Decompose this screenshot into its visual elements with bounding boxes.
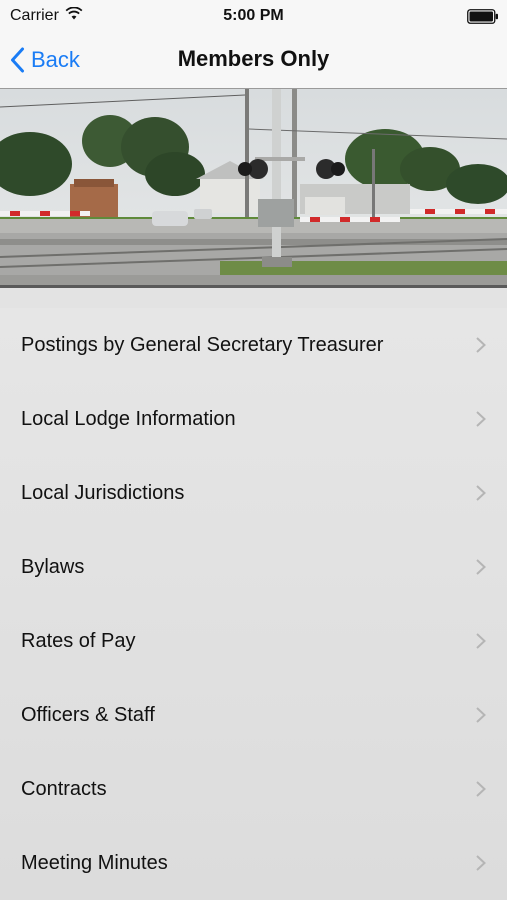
menu-item-bylaws[interactable]: Bylaws: [0, 530, 507, 604]
railroad-crossing-photo: [0, 89, 507, 285]
hero-image: [0, 88, 507, 288]
menu-item-officers-staff[interactable]: Officers & Staff: [0, 678, 507, 752]
chevron-right-icon: [476, 337, 486, 353]
chevron-right-icon: [476, 855, 486, 871]
chevron-right-icon: [476, 411, 486, 427]
navigation-bar: Back Members Only: [0, 34, 507, 88]
menu-list: Postings by General Secretary Treasurer …: [0, 308, 507, 900]
menu-item-label: Rates of Pay: [21, 629, 136, 652]
status-bar: Carrier 5:00 PM: [0, 0, 507, 34]
menu-item-meeting-minutes[interactable]: Meeting Minutes: [0, 826, 507, 900]
menu-item-local-lodge-information[interactable]: Local Lodge Information: [0, 382, 507, 456]
menu-item-label: Contracts: [21, 777, 107, 800]
page-title: Members Only: [177, 46, 330, 71]
menu-item-label: Local Lodge Information: [21, 407, 236, 430]
chevron-right-icon: [476, 633, 486, 649]
chevron-right-icon: [476, 707, 486, 723]
menu-item-label: Meeting Minutes: [21, 851, 168, 874]
status-time: 5:00 PM: [223, 7, 284, 24]
chevron-right-icon: [476, 485, 486, 501]
chevron-right-icon: [476, 781, 486, 797]
menu-item-local-jurisdictions[interactable]: Local Jurisdictions: [0, 456, 507, 530]
menu-item-label: Bylaws: [21, 555, 85, 578]
battery-icon: [467, 9, 499, 29]
menu-item-label: Officers & Staff: [21, 703, 155, 726]
menu-item-rates-of-pay[interactable]: Rates of Pay: [0, 604, 507, 678]
menu-item-contracts[interactable]: Contracts: [0, 752, 507, 826]
menu-item-label: Local Jurisdictions: [21, 481, 185, 504]
menu-item-label: Postings by General Secretary Treasurer: [21, 333, 384, 356]
chevron-right-icon: [476, 559, 486, 575]
menu-item-postings[interactable]: Postings by General Secretary Treasurer: [0, 308, 507, 382]
